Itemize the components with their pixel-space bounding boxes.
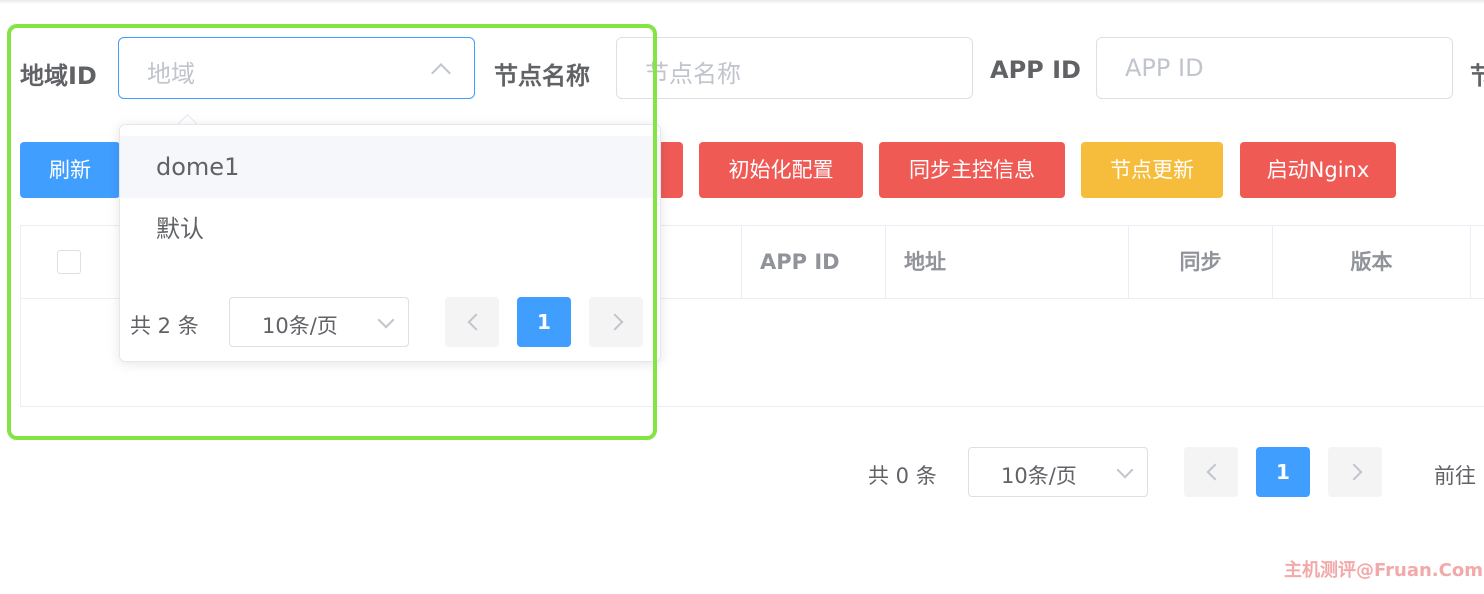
column-app-id: APP ID [741, 226, 885, 298]
chevron-down-icon [1116, 461, 1134, 479]
highlight-box [7, 24, 657, 440]
top-shadow [0, 0, 1484, 4]
column-address: 地址 [885, 226, 1128, 298]
sync-master-button[interactable]: 同步主控信息 [879, 142, 1065, 198]
chevron-left-icon [1206, 463, 1224, 481]
column-next [1470, 226, 1484, 298]
node-name-placeholder: 节点名称 [645, 60, 741, 88]
init-config-button[interactable]: 初始化配置 [699, 142, 863, 198]
current-page-button[interactable]: 1 [1256, 447, 1310, 497]
watermark: 主机测评@Fruan.Com [1284, 560, 1483, 581]
column-sync: 同步 [1128, 226, 1272, 298]
page-size-select[interactable]: 10条/页 [968, 447, 1148, 497]
page-size-value: 10条/页 [1001, 464, 1077, 488]
app-id-label: APP ID [990, 56, 1081, 84]
chevron-right-icon [1345, 463, 1363, 481]
node-update-button[interactable]: 节点更新 [1081, 142, 1223, 198]
goto-label: 前往 [1434, 464, 1476, 488]
pagination-total: 共 0 条 [868, 464, 937, 488]
app-id-placeholder: APP ID [1125, 54, 1204, 82]
app-id-input[interactable]: APP ID [1096, 37, 1453, 99]
next-filter-label: 节 [1470, 62, 1484, 90]
prev-page-button[interactable] [1184, 447, 1238, 497]
column-version: 版本 [1272, 226, 1470, 298]
start-nginx-button[interactable]: 启动Nginx [1240, 142, 1396, 198]
node-name-input[interactable]: 节点名称 [616, 37, 973, 99]
next-page-button[interactable] [1328, 447, 1382, 497]
